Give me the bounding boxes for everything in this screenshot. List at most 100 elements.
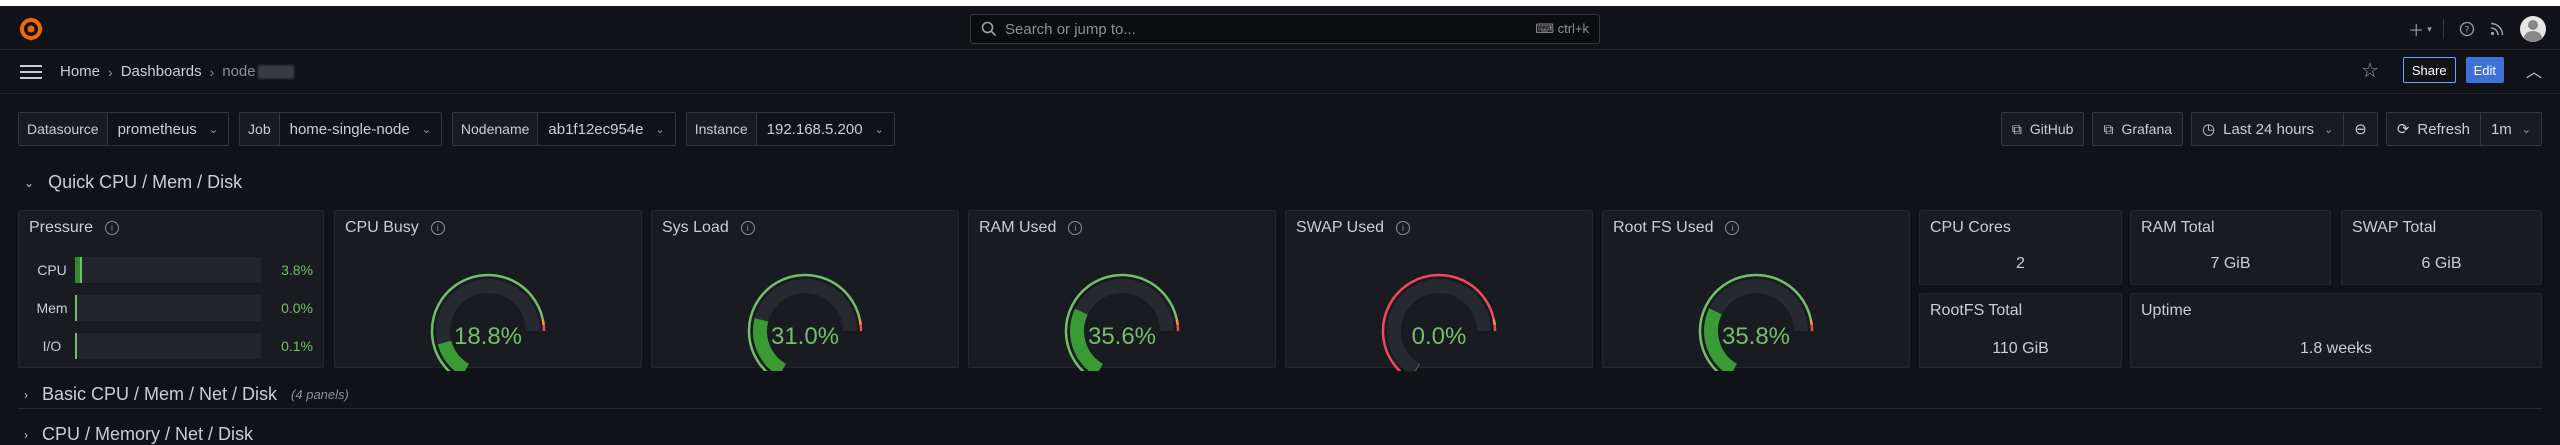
collapse-icon[interactable]: ︿ <box>2526 58 2542 82</box>
refresh-picker: ⟳Refresh 1m⌄ <box>2386 112 2542 146</box>
panel-title: RootFS Total <box>1930 302 2022 320</box>
breadcrumb-home[interactable]: Home <box>60 63 100 80</box>
variables-bar: Datasource prometheus⌄ Job home-single-n… <box>18 112 895 146</box>
bar-fill <box>75 333 77 359</box>
panel-rootfs-used[interactable]: Root FS Used i 35.8% <box>1602 210 1910 368</box>
bar-row: I/O 0.1% <box>29 331 313 361</box>
divider <box>2443 19 2444 39</box>
info-icon[interactable]: i <box>431 221 445 235</box>
info-icon[interactable]: i <box>105 221 119 235</box>
refresh-interval-select[interactable]: 1m⌄ <box>2480 113 2541 145</box>
bar-label: I/O <box>29 338 75 354</box>
avatar[interactable] <box>2520 16 2546 42</box>
variable-datasource[interactable]: Datasource prometheus⌄ <box>18 112 229 146</box>
variable-job[interactable]: Job home-single-node⌄ <box>239 112 442 146</box>
variable-nodename[interactable]: Nodename ab1f12ec954e⌄ <box>452 112 676 146</box>
refresh-icon: ⟳ <box>2397 120 2410 138</box>
help-icon[interactable]: ? <box>2452 14 2482 44</box>
gauge: 0.0% <box>1286 251 1592 371</box>
zoom-out-icon: ⊖ <box>2354 120 2367 138</box>
info-icon[interactable]: i <box>1396 221 1410 235</box>
panel-title: CPU Busy i <box>345 219 445 237</box>
dashboard-controls: ⧉GitHub ⧉ Grafana ◷Last 24 hours⌄ ⊖ ⟳Refr… <box>2001 112 2542 146</box>
panel-title: CPU Cores <box>1930 219 2011 237</box>
panel-cpu-cores[interactable]: CPU Cores 2 <box>1919 210 2122 285</box>
gauge-value: 35.8% <box>1603 323 1909 351</box>
chevron-down-icon: ⌄ <box>209 123 218 136</box>
info-icon[interactable]: i <box>741 221 755 235</box>
panel-cpu-busy[interactable]: CPU Busy i 18.8% <box>334 210 642 368</box>
row-basic[interactable]: › Basic CPU / Mem / Net / Disk (4 panels… <box>24 384 349 405</box>
zoom-out-button[interactable]: ⊖ <box>2343 113 2377 145</box>
gauge-value: 18.8% <box>335 323 641 351</box>
search-icon <box>981 21 997 37</box>
row-next[interactable]: › CPU / Memory / Net / Disk <box>24 424 253 445</box>
bar-fill <box>75 257 82 283</box>
variable-select[interactable]: home-single-node⌄ <box>280 113 441 145</box>
refresh-button[interactable]: ⟳Refresh <box>2387 113 2480 145</box>
bar-track <box>75 257 261 283</box>
stat-value: 2 <box>1920 255 2121 273</box>
bar-track <box>75 295 261 321</box>
panel-swap-used[interactable]: SWAP Used i 0.0% <box>1285 210 1593 368</box>
bar-value: 0.0% <box>261 300 313 316</box>
github-label: GitHub <box>2030 121 2074 137</box>
bar-value: 0.1% <box>261 338 313 354</box>
grafana-logo-icon[interactable] <box>16 14 46 44</box>
chevron-right-icon: › <box>210 64 215 80</box>
variable-select[interactable]: 192.168.5.200⌄ <box>757 113 894 145</box>
rss-icon[interactable] <box>2482 14 2512 44</box>
variable-label: Datasource <box>19 113 108 145</box>
gauge-svg <box>408 251 568 371</box>
time-range-button[interactable]: ◷Last 24 hours⌄ <box>2192 113 2343 145</box>
grafana-label: Grafana <box>2121 121 2172 137</box>
chevron-down-icon: ⌄ <box>24 176 34 190</box>
bar-value: 3.8% <box>261 262 313 278</box>
nav-bar: Home › Dashboards › node ☆ Share Edit ︿ <box>0 50 2560 94</box>
shortcut-label: ctrl+k <box>1558 21 1589 36</box>
gauge-value: 0.0% <box>1286 323 1592 351</box>
panel-title-text: RAM Used <box>979 219 1056 237</box>
redacted-text <box>258 65 294 79</box>
external-link-icon: ⧉ <box>2103 121 2113 138</box>
bar-fill <box>75 295 77 321</box>
panel-title: Uptime <box>2141 302 2192 320</box>
bar-label: Mem <box>29 300 75 316</box>
panel-title-text: Root FS Used <box>1613 219 1713 237</box>
chevron-right-icon: › <box>108 64 113 80</box>
variable-instance[interactable]: Instance 192.168.5.200⌄ <box>686 112 895 146</box>
star-icon[interactable]: ☆ <box>2361 58 2379 83</box>
panel-title-text: SWAP Used <box>1296 219 1384 237</box>
panel-ram-total[interactable]: RAM Total 7 GiB <box>2130 210 2331 285</box>
gauge: 18.8% <box>335 251 641 371</box>
variable-label: Nodename <box>453 113 539 145</box>
grafana-link[interactable]: ⧉ Grafana <box>2092 112 2183 146</box>
share-button[interactable]: Share <box>2403 57 2456 83</box>
variable-label: Job <box>240 113 280 145</box>
panel-title-text: CPU Busy <box>345 219 419 237</box>
time-range-label: Last 24 hours <box>2223 121 2314 138</box>
panel-ram-used[interactable]: RAM Usedi 35.6% <box>968 210 1276 368</box>
info-icon[interactable]: i <box>1068 221 1082 235</box>
panel-title: SWAP Total <box>2352 219 2436 237</box>
panel-sys-load[interactable]: Sys Loadi 31.0% <box>651 210 959 368</box>
edit-button[interactable]: Edit <box>2466 57 2504 83</box>
chevron-right-icon: › <box>24 428 28 442</box>
breadcrumb-dashboards[interactable]: Dashboards <box>121 63 202 80</box>
stat-value: 110 GiB <box>1920 340 2121 358</box>
github-link[interactable]: ⧉GitHub <box>2001 112 2085 146</box>
row-quick[interactable]: ⌄ Quick CPU / Mem / Disk <box>24 172 242 193</box>
plus-icon[interactable]: ＋▾ <box>2405 14 2435 44</box>
menu-icon[interactable] <box>20 65 42 79</box>
row-title: CPU / Memory / Net / Disk <box>42 424 253 445</box>
panel-uptime[interactable]: Uptime 1.8 weeks <box>2130 293 2542 368</box>
stat-value: 7 GiB <box>2131 255 2330 273</box>
variable-select[interactable]: prometheus⌄ <box>108 113 228 145</box>
info-icon[interactable]: i <box>1725 221 1739 235</box>
panel-rootfs-total[interactable]: RootFS Total 110 GiB <box>1919 293 2122 368</box>
chevron-down-icon: ⌄ <box>2522 123 2531 136</box>
panel-pressure[interactable]: Pressurei CPU3.8% Mem0.0% I/O0.1% <box>18 210 324 368</box>
search-bar[interactable]: Search or jump to... ⌨ ctrl+k <box>970 14 1600 44</box>
variable-select[interactable]: ab1f12ec954e⌄ <box>538 113 674 145</box>
panel-swap-total[interactable]: SWAP Total 6 GiB <box>2341 210 2542 285</box>
